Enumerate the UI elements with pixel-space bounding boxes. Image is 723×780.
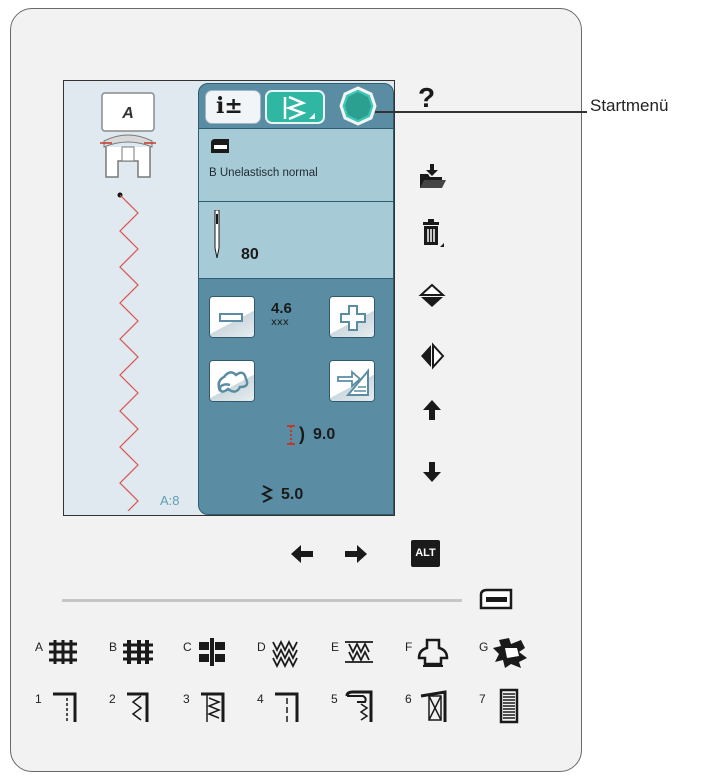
move-left-button[interactable] — [284, 536, 320, 572]
fur-fabric-icon — [417, 638, 449, 667]
minus-icon — [219, 313, 243, 322]
arrow-right-icon — [345, 545, 367, 563]
length-paren-icon: ) — [299, 424, 305, 444]
callout-line — [375, 111, 587, 113]
presser-foot-icon: A — [100, 92, 156, 178]
mirror-vertical-button[interactable] — [414, 278, 450, 314]
alt-button[interactable]: ALT — [411, 540, 440, 567]
arrow-left-icon — [291, 545, 313, 563]
basting-icon — [275, 692, 299, 722]
freemotion-icon — [217, 371, 249, 393]
move-up-button[interactable] — [414, 392, 450, 428]
needle-size: 80 — [241, 246, 259, 263]
presser-foot-sensor-icon — [479, 588, 513, 610]
info-tab-label: i± — [216, 93, 243, 119]
arrow-down-icon — [423, 462, 441, 482]
woven-fabric-icon — [49, 640, 77, 664]
stitch-density-value: 5.0 — [281, 486, 304, 503]
stitch-icon — [283, 95, 315, 121]
stitch-preview — [117, 192, 139, 511]
stitch-length-value: 9.0 — [313, 426, 336, 443]
blind-hem-icon — [345, 690, 373, 722]
foot-letter: A — [121, 105, 134, 122]
stitch-width-symbol: ⅹⅹⅹ — [271, 317, 289, 328]
freemotion-button[interactable] — [209, 360, 255, 402]
buttonhole-icon — [499, 688, 519, 724]
touch-screen: A A:8 i± B Unelastisch normal 80 4.6 ⅹⅹⅹ… — [63, 80, 395, 516]
trash-icon — [423, 219, 444, 247]
needle-icon — [214, 210, 220, 258]
start-menu-button[interactable] — [329, 86, 387, 126]
stitch-positioning-button[interactable] — [329, 360, 375, 402]
tab-info[interactable]: i± — [205, 90, 261, 124]
stitch-id: A:8 — [160, 493, 180, 508]
move-right-button[interactable] — [338, 536, 374, 572]
seam-overcast-icon — [201, 692, 225, 722]
mirror-horizontal-icon — [421, 342, 445, 370]
stretch-fabric-icon — [345, 641, 373, 663]
positioning-icon — [337, 368, 369, 396]
help-button[interactable]: ? — [418, 82, 435, 114]
mirror-horizontal-button[interactable] — [414, 338, 450, 374]
stitch-number-row: 1 2 3 4 5 6 7 — [35, 688, 555, 732]
plus-icon — [340, 305, 366, 331]
leather-icon — [493, 638, 527, 668]
open-file-button[interactable] — [414, 158, 450, 194]
stitch-density-icon — [260, 485, 274, 503]
stitch-width-value: 4.6 — [271, 300, 292, 317]
knit-fabric-icon — [272, 639, 298, 668]
delete-button[interactable] — [414, 216, 450, 252]
fabric-icon — [211, 139, 229, 153]
width-decrease-button[interactable] — [209, 296, 255, 338]
heavy-woven-icon — [199, 638, 225, 666]
fabric-info[interactable]: B Unelastisch normal — [199, 128, 393, 202]
hem-icon — [420, 690, 447, 722]
straight-seam-icon — [53, 692, 77, 722]
divider — [62, 599, 462, 602]
fabric-label: B Unelastisch normal — [209, 167, 318, 179]
open-folder-icon — [420, 164, 446, 188]
mirror-vertical-icon — [418, 283, 446, 307]
dense-woven-icon — [123, 640, 153, 664]
move-down-button[interactable] — [414, 454, 450, 490]
start-menu-icon — [339, 86, 377, 126]
stitch-category-row: A B C D E F G — [35, 636, 555, 680]
arrow-up-icon — [423, 400, 441, 420]
callout-label: Startmenü — [590, 96, 669, 115]
overcast-seam-icon — [127, 692, 149, 722]
tab-stitch[interactable] — [265, 90, 325, 124]
needle-info: 80 — [199, 202, 393, 279]
settings-panel: i± B Unelastisch normal 80 4.6 ⅹⅹⅹ) 9.0… — [198, 83, 394, 515]
width-increase-button[interactable] — [329, 296, 375, 338]
